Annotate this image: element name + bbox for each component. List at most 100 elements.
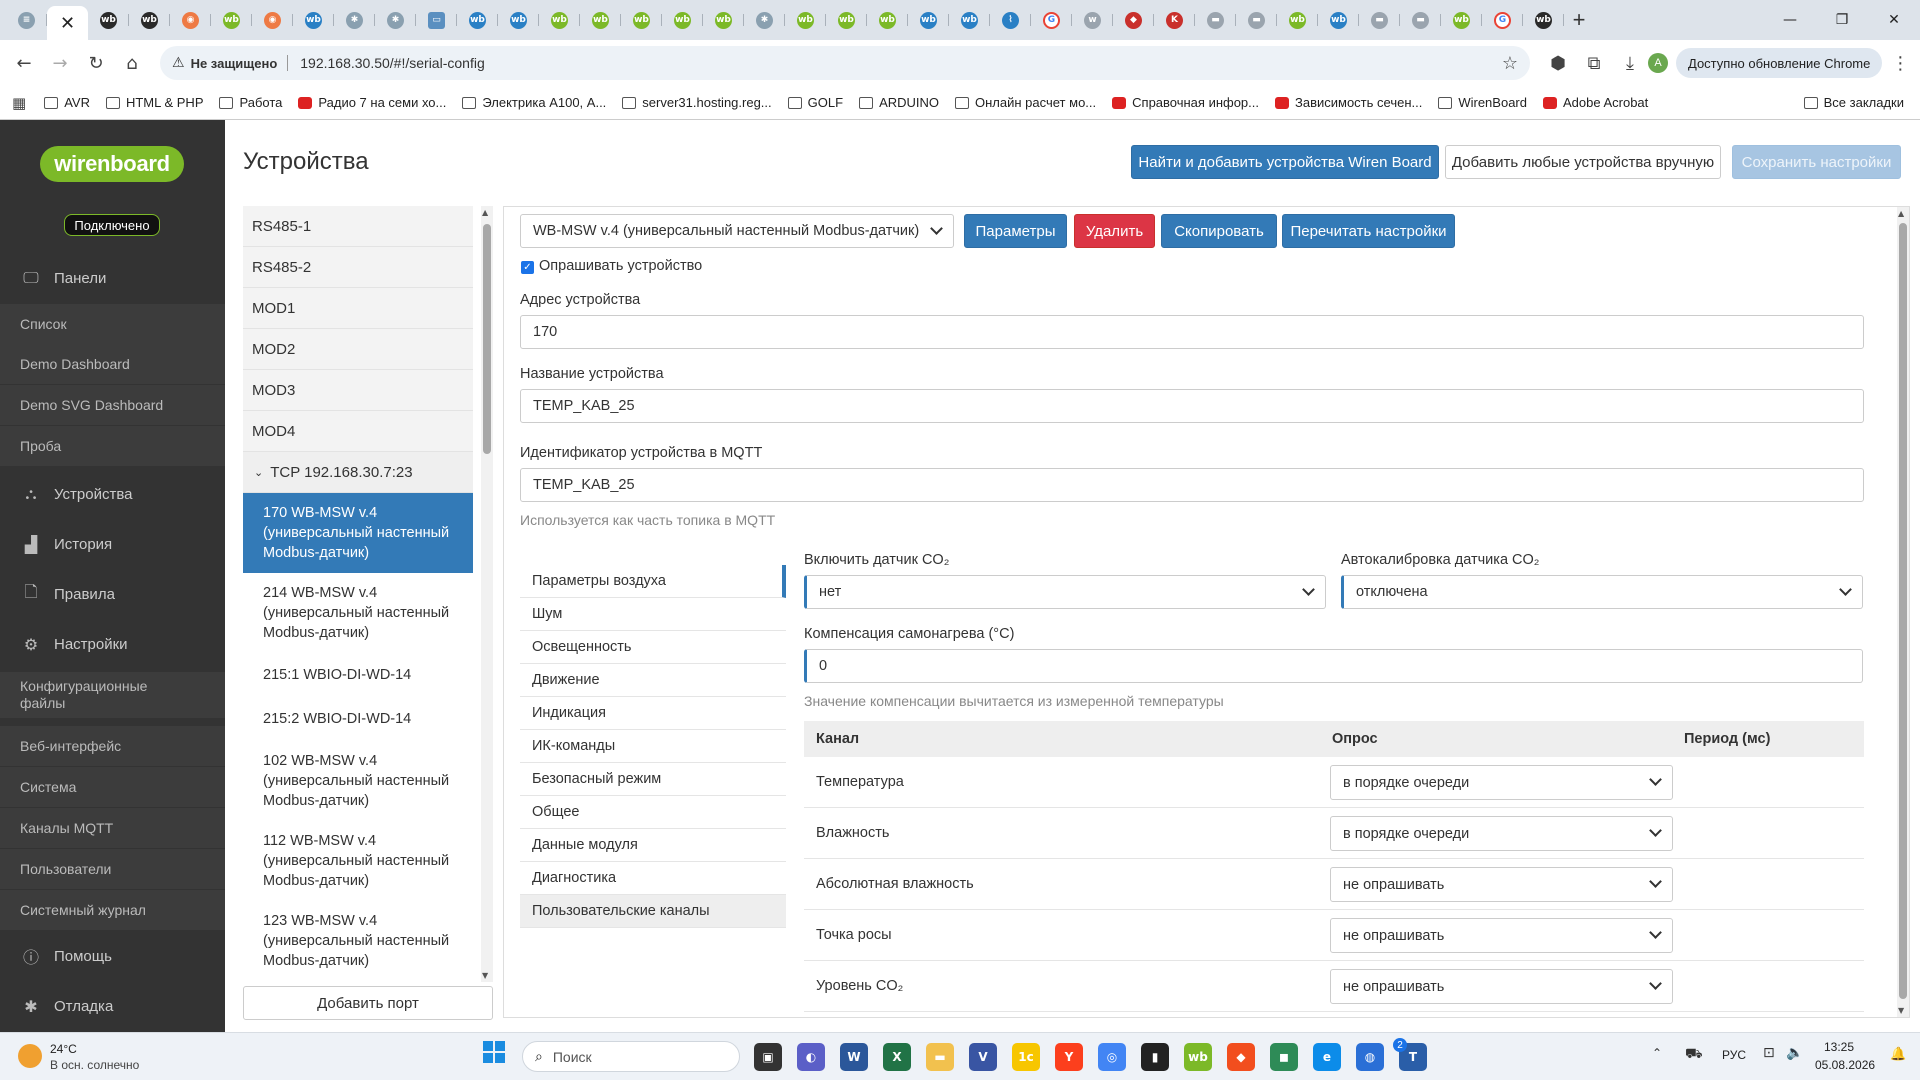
edge-icon[interactable]: e — [1313, 1043, 1341, 1071]
tray-app-icon[interactable]: ⛟ — [1685, 1046, 1703, 1064]
device-item[interactable]: 170 WB-MSW v.4 (универсальный настенный … — [243, 493, 473, 573]
scroll-thumb[interactable] — [1899, 223, 1907, 999]
scroll-down-icon[interactable]: ▼ — [1898, 1006, 1904, 1015]
settings-group-tab[interactable]: Пользовательские каналы — [520, 895, 786, 928]
delete-button[interactable]: Удалить — [1074, 214, 1155, 248]
bookmark-item[interactable]: server31.hosting.reg... — [622, 95, 772, 110]
scroll-up-icon[interactable]: ▲ — [1898, 209, 1904, 218]
port-item[interactable]: MOD3 — [243, 370, 473, 411]
home-icon[interactable]: ⌂ — [114, 45, 150, 81]
port-item[interactable]: MOD2 — [243, 329, 473, 370]
nav-rules[interactable]: 🗋 Правила — [0, 574, 225, 614]
add-manual-button[interactable]: Добавить любые устройства вручную — [1445, 145, 1721, 179]
settings-group-tab[interactable]: Общее — [520, 796, 786, 829]
poll-checkbox[interactable]: ✓ — [521, 261, 534, 274]
browser-tab[interactable]: ✱ — [334, 5, 375, 35]
browser-tab[interactable]: wb — [211, 5, 252, 35]
extensions-puzzle-icon[interactable]: ⧉ — [1576, 45, 1612, 81]
browser-tab[interactable]: wb — [785, 5, 826, 35]
menu-kebab-icon[interactable]: ⋮ — [1882, 45, 1918, 81]
browser-tab[interactable]: wb — [662, 5, 703, 35]
browser-tab[interactable]: wb — [498, 5, 539, 35]
browser-tab[interactable]: wb — [1277, 5, 1318, 35]
browser-tab[interactable]: wb — [826, 5, 867, 35]
comp-field[interactable]: 0 — [804, 649, 1863, 683]
back-icon[interactable]: ← — [6, 45, 42, 81]
browser-tab[interactable]: wb — [580, 5, 621, 35]
download-icon[interactable]: ⤓ — [1612, 45, 1648, 81]
nav-demo-dashboard[interactable]: Demo Dashboard — [0, 344, 225, 384]
browser-tab[interactable]: ▬ — [1236, 5, 1277, 35]
settings-group-tab[interactable]: Диагностика — [520, 862, 786, 895]
port-item[interactable]: MOD1 — [243, 288, 473, 329]
task-view-icon[interactable]: ▣ — [754, 1043, 782, 1071]
wb-app-icon[interactable]: wb — [1184, 1043, 1212, 1071]
forward-icon[interactable]: → — [42, 45, 78, 81]
device-item[interactable]: 215:1 WBIO-DI-WD-14 — [243, 653, 473, 697]
teams-icon[interactable]: ◐ — [797, 1043, 825, 1071]
name-field[interactable]: TEMP_KAB_25 — [520, 389, 1864, 423]
weather-desc[interactable]: В осн. солнечно — [50, 1058, 139, 1072]
browser-tab[interactable]: ▭ — [416, 5, 457, 35]
close-icon[interactable]: ✕ — [60, 13, 75, 34]
nav-debug[interactable]: ✱ Отладка — [0, 986, 225, 1026]
port-item[interactable]: MOD4 — [243, 411, 473, 452]
notifications-icon[interactable]: 🔔 — [1890, 1047, 1906, 1062]
excel-icon[interactable]: X — [883, 1043, 911, 1071]
bookmark-item[interactable]: Радио 7 на семи хо... — [298, 95, 446, 110]
keyboard-language[interactable]: РУС — [1722, 1048, 1746, 1062]
copy-button[interactable]: Скопировать — [1161, 214, 1277, 248]
port-tcp[interactable]: ⌄ TCP 192.168.30.7:23 — [243, 452, 473, 493]
browser-tab[interactable]: G — [1482, 5, 1523, 35]
avatar[interactable]: A — [1648, 53, 1668, 73]
clock-time[interactable]: 13:25 — [1824, 1040, 1854, 1054]
browser-tab[interactable]: ✱ — [744, 5, 785, 35]
terminal-icon[interactable]: ▮ — [1141, 1043, 1169, 1071]
windows-start-icon[interactable] — [483, 1041, 505, 1063]
nav-history[interactable]: ▟ История — [0, 524, 225, 564]
chrome-icon[interactable]: ◎ — [1098, 1043, 1126, 1071]
extension-icon[interactable]: ⬢ — [1540, 45, 1576, 81]
bookmark-item[interactable]: Онлайн расчет мо... — [955, 95, 1096, 110]
new-tab-button[interactable]: + — [1564, 7, 1594, 33]
nav-help[interactable]: ⓘ Помощь — [0, 936, 225, 976]
all-bookmarks[interactable]: Все закладки — [1803, 95, 1904, 110]
close-window-button[interactable]: ✕ — [1868, 0, 1920, 40]
nav-panels[interactable]: 🖵 Панели — [0, 258, 225, 298]
browser-tab[interactable]: ▬ — [1195, 5, 1236, 35]
url-text[interactable]: 192.168.30.50/#!/serial-config — [300, 55, 484, 71]
weather-sun-icon[interactable] — [18, 1044, 42, 1068]
scroll-down-icon[interactable]: ▼ — [482, 971, 488, 980]
add-port-button[interactable]: Добавить порт — [243, 986, 493, 1020]
reload-icon[interactable]: ↻ — [78, 45, 114, 81]
co2-autocal-select[interactable]: отключена — [1341, 575, 1863, 609]
apps-grid-icon[interactable]: ▦ — [12, 94, 26, 112]
device-item[interactable]: 214 WB-MSW v.4 (универсальный настенный … — [243, 573, 473, 653]
bookmark-item[interactable]: Зависимость сечен... — [1275, 95, 1422, 110]
settings-group-tab[interactable]: Безопасный режим — [520, 763, 786, 796]
browser-tab[interactable]: ▬ — [1400, 5, 1441, 35]
active-tab[interactable]: ✕ — [47, 6, 88, 40]
scroll-thumb[interactable] — [483, 224, 491, 454]
nav-web-ui[interactable]: Веб-интерфейс — [0, 726, 225, 766]
browser-tab[interactable]: wb — [908, 5, 949, 35]
settings-group-tab[interactable]: Шум — [520, 598, 786, 631]
scroll-up-icon[interactable]: ▲ — [482, 208, 488, 217]
mqtt-id-field[interactable]: TEMP_KAB_25 — [520, 468, 1864, 502]
bookmark-item[interactable]: ARDUINO — [859, 95, 939, 110]
minimize-button[interactable]: — — [1764, 0, 1816, 40]
reread-button[interactable]: Перечитать настройки — [1282, 214, 1455, 248]
device-item[interactable]: 215:2 WBIO-DI-WD-14 — [243, 697, 473, 741]
restore-button[interactable]: ❐ — [1816, 0, 1868, 40]
address-bar[interactable]: ⚠ Не защищено 192.168.30.50/#!/serial-co… — [160, 46, 1530, 80]
nav-syslog[interactable]: Системный журнал — [0, 890, 225, 930]
settings-group-tab[interactable]: ИК-команды — [520, 730, 786, 763]
tray-chevron-icon[interactable]: ⌃ — [1652, 1046, 1662, 1060]
poll-mode-select[interactable]: не опрашивать — [1330, 918, 1673, 953]
device-panel-scrollbar[interactable]: ▲ ▼ — [1897, 207, 1909, 1017]
browser-tab[interactable]: ◉ — [252, 5, 293, 35]
clock-date[interactable]: 05.08.2026 — [1815, 1058, 1875, 1072]
browser-tab[interactable]: wb — [1318, 5, 1359, 35]
bookmark-item[interactable]: HTML & PHP — [105, 95, 203, 110]
port-item[interactable]: RS485-2 — [243, 247, 473, 288]
